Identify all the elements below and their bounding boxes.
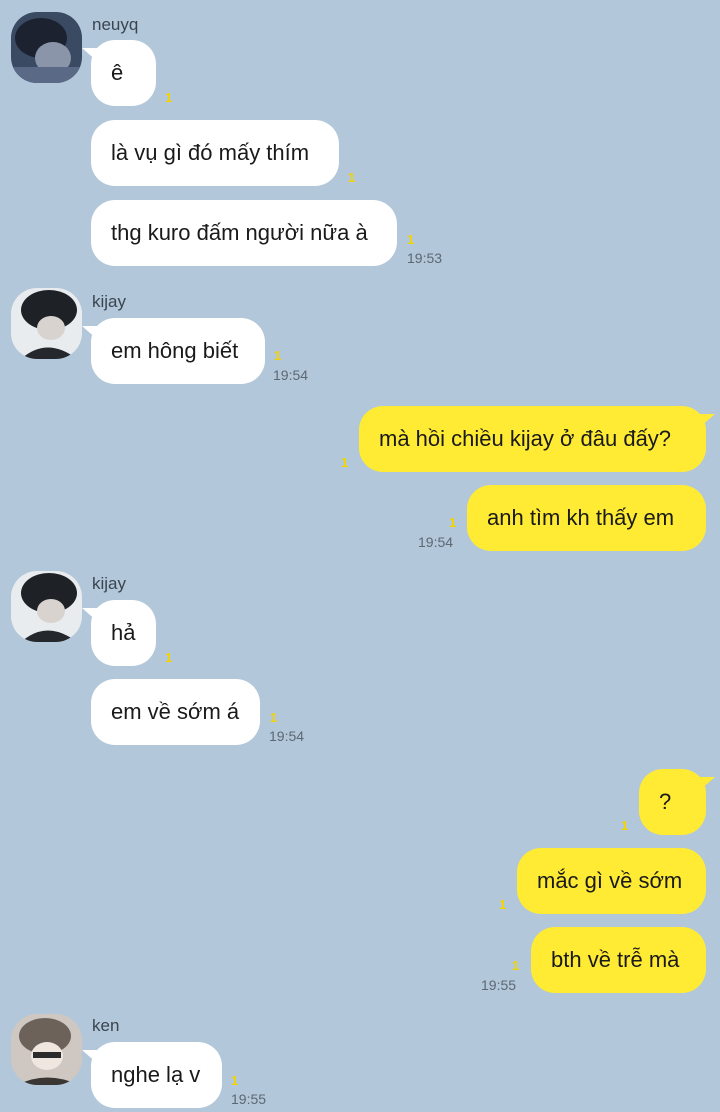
message-time: 19:53 [407, 250, 443, 266]
message-text: thg kuro đấm người nữa à [111, 220, 368, 245]
message-text: là vụ gì đó mấy thím [111, 140, 310, 165]
avatar-kijay-image [11, 288, 82, 359]
avatar-kijay[interactable] [11, 571, 82, 642]
message-bubble-outgoing[interactable]: mắc gì về sớm [517, 848, 706, 914]
sender-name: kijay [92, 292, 127, 311]
message-bubble-outgoing[interactable]: bth về trễ mà [531, 927, 706, 993]
message-bubble[interactable]: em hông biết [82, 318, 265, 384]
message-text: bth về trễ mà [551, 947, 680, 972]
message-text: ê [111, 60, 124, 85]
bubble-tail [699, 777, 715, 791]
unread-count: 1 [341, 455, 349, 470]
unread-count: 1 [231, 1073, 239, 1088]
message-bubble[interactable]: thg kuro đấm người nữa à [91, 200, 397, 266]
avatar-ken-image [11, 1014, 82, 1085]
avatar-kijay[interactable] [11, 288, 82, 359]
avatar-ken[interactable] [11, 1014, 82, 1085]
avatar-neuyq[interactable] [11, 12, 82, 83]
unread-count: 1 [270, 710, 278, 725]
sender-name: kijay [92, 574, 127, 593]
message-bubble[interactable]: hả [82, 600, 156, 666]
message-text: anh tìm kh thấy em [487, 505, 675, 530]
message-time: 19:54 [418, 534, 454, 550]
unread-count: 1 [621, 818, 629, 833]
message-text: hả [111, 620, 136, 645]
message-bubble-outgoing[interactable]: anh tìm kh thấy em [467, 485, 706, 551]
message-bubble[interactable]: nghe lạ v [82, 1042, 222, 1108]
unread-count: 1 [449, 515, 457, 530]
unread-count: 1 [165, 650, 173, 665]
unread-count: 1 [274, 348, 282, 363]
message-time: 19:54 [269, 728, 305, 744]
message-text: ? [659, 789, 672, 814]
message-time: 19:55 [481, 977, 517, 993]
message-bubble-outgoing[interactable]: ? [639, 769, 715, 835]
sender-name: neuyq [92, 15, 139, 34]
unread-count: 1 [512, 958, 520, 973]
message-bubble[interactable]: em về sớm á [91, 679, 260, 745]
unread-count: 1 [348, 170, 356, 185]
message-text: em về sớm á [111, 699, 240, 724]
bubble-tail [82, 48, 98, 62]
bubble-tail [82, 608, 98, 622]
message-bubble-outgoing[interactable]: mà hồi chiều kijay ở đâu đấy? [359, 406, 715, 472]
message-text: mà hồi chiều kijay ở đâu đấy? [379, 426, 672, 451]
unread-count: 1 [407, 232, 415, 247]
message-time: 19:54 [273, 367, 309, 383]
message-text: nghe lạ v [111, 1062, 201, 1087]
message-text: em hông biết [111, 338, 239, 363]
bubble-tail [82, 326, 98, 340]
unread-count: 1 [165, 90, 173, 105]
avatar-kijay-image [11, 571, 82, 642]
bubble-tail [82, 1050, 98, 1064]
avatar-neuyq-image [11, 12, 82, 83]
bubble-tail [699, 414, 715, 428]
message-bubble[interactable]: ê [82, 40, 156, 106]
unread-count: 1 [499, 897, 507, 912]
message-time: 19:55 [231, 1091, 267, 1107]
sender-name: ken [92, 1016, 120, 1035]
message-bubble[interactable]: là vụ gì đó mấy thím [91, 120, 339, 186]
message-text: mắc gì về sớm [537, 868, 683, 893]
